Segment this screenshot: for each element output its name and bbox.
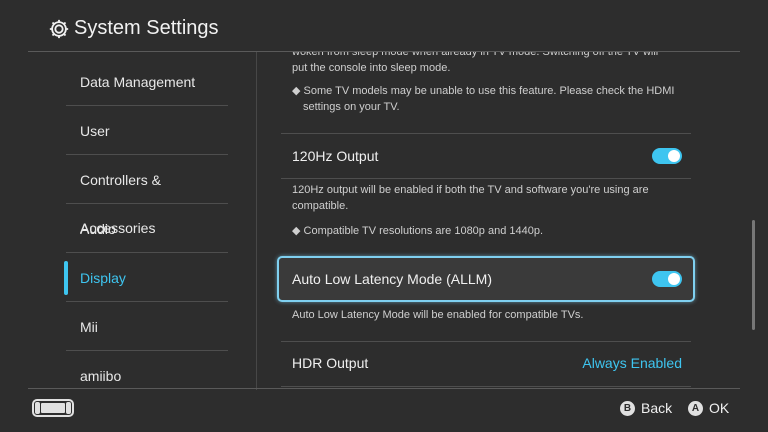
hz120-desc-line1: 120Hz output will be enabled if both the… <box>292 184 649 196</box>
scrollbar[interactable] <box>752 220 755 330</box>
a-button-icon: A <box>688 400 703 416</box>
gear-icon <box>49 19 69 39</box>
ok-label: OK <box>709 400 730 416</box>
sidebar-item-mii[interactable]: Mii <box>66 303 228 351</box>
tv-mode-text-line1: woken from sleep mode when already in TV… <box>292 52 659 58</box>
footer: B Back A OK <box>0 389 768 432</box>
hdmi-note-line1: ◆ Some TV models may be unable to use th… <box>292 85 675 97</box>
divider <box>281 386 691 387</box>
hdr-label[interactable]: HDR Output <box>292 355 368 371</box>
toggle-knob <box>668 150 680 162</box>
sidebar: Data Management User Controllers & Acces… <box>0 52 256 390</box>
allm-toggle[interactable] <box>652 271 682 287</box>
sidebar-item-user[interactable]: User <box>66 107 228 155</box>
back-button[interactable]: B Back <box>620 400 672 416</box>
allm-desc: Auto Low Latency Mode will be enabled fo… <box>292 309 584 321</box>
tv-mode-text-line2: put the console into sleep mode. <box>292 62 451 74</box>
sidebar-item-amiibo[interactable]: amiibo <box>66 352 228 390</box>
hz120-label[interactable]: 120Hz Output <box>292 148 378 164</box>
hz120-toggle[interactable] <box>652 148 682 164</box>
divider <box>281 133 691 134</box>
sidebar-item-controllers[interactable]: Controllers & Accessories <box>66 156 228 236</box>
sidebar-item-display[interactable]: Display <box>66 254 228 302</box>
hz120-note: ◆ Compatible TV resolutions are 1080p an… <box>292 225 544 237</box>
console-icon <box>32 399 74 417</box>
hdr-value[interactable]: Always Enabled <box>582 355 682 371</box>
ok-button[interactable]: A OK <box>688 400 729 416</box>
hdmi-note-line2: settings on your TV. <box>303 101 400 113</box>
allm-label: Auto Low Latency Mode (ALLM) <box>292 271 492 287</box>
back-label: Back <box>641 400 673 416</box>
hz120-desc-line2: compatible. <box>292 200 349 212</box>
b-button-icon: B <box>620 400 635 416</box>
sidebar-item-audio[interactable]: Audio <box>66 205 228 253</box>
header: System Settings <box>0 0 768 52</box>
divider <box>281 178 691 179</box>
toggle-knob <box>668 273 680 285</box>
allm-row[interactable]: Auto Low Latency Mode (ALLM) <box>277 256 695 302</box>
settings-panel: woken from sleep mode when already in TV… <box>257 52 739 390</box>
divider <box>281 341 691 342</box>
page-title: System Settings <box>74 17 219 39</box>
active-indicator <box>64 261 68 295</box>
sidebar-item-data-management[interactable]: Data Management <box>66 58 228 106</box>
